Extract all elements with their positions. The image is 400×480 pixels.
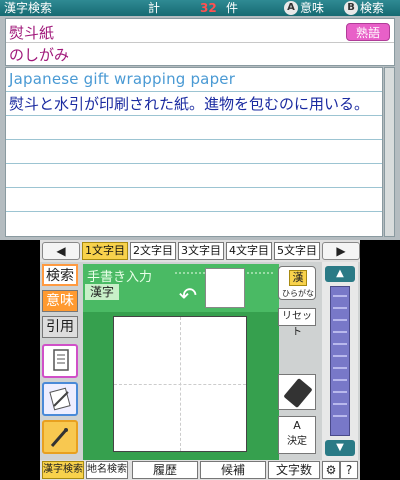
candidate-scroll: ▲ ▼ bbox=[322, 262, 358, 460]
settings-icon[interactable]: ⚙ bbox=[322, 461, 340, 479]
track-stripe bbox=[333, 331, 347, 333]
definition-japanese: 熨斗と水引が印刷された紙。進物を包むのに用いる。 bbox=[9, 95, 370, 113]
jukugo-badge: 熟語 bbox=[346, 23, 390, 41]
track-stripe bbox=[333, 367, 347, 369]
rule-line bbox=[6, 211, 382, 212]
pen-hand-icon bbox=[49, 387, 71, 411]
definition-box: Japanese gift wrapping paper 熨斗と水引が印刷された… bbox=[5, 67, 383, 237]
stylus-icon bbox=[50, 428, 68, 447]
pad-guide-horizontal bbox=[114, 384, 246, 385]
entry-box: 熨斗紙 のしがみ 熟語 bbox=[5, 18, 395, 66]
next-tab-button[interactable]: ▶ bbox=[322, 242, 360, 260]
track-stripe bbox=[333, 379, 347, 381]
undo-icon[interactable]: ↶ bbox=[175, 286, 201, 308]
tab-char-1[interactable]: 1文字目 bbox=[82, 242, 128, 260]
place-search-button[interactable]: 地名検索 bbox=[86, 461, 128, 479]
track-stripe bbox=[333, 355, 347, 357]
char-count-button[interactable]: 文字数 bbox=[268, 461, 320, 479]
track-stripe bbox=[333, 415, 347, 417]
character-tabs: ◀ 1文字目 2文字目 3文字目 4文字目 5文字目 ▶ bbox=[40, 240, 360, 262]
document-icon bbox=[53, 349, 69, 371]
stroke-preview-box bbox=[205, 268, 245, 308]
tab-char-3[interactable]: 3文字目 bbox=[178, 242, 224, 260]
a-button-icon: A bbox=[284, 1, 298, 15]
entry-divider bbox=[6, 42, 394, 43]
document-tool-button[interactable] bbox=[42, 344, 78, 378]
entry-reading: のしがみ bbox=[9, 46, 70, 64]
a-button-icon: A bbox=[293, 419, 301, 432]
tab-char-4[interactable]: 4文字目 bbox=[226, 242, 272, 260]
track-stripe bbox=[333, 343, 347, 345]
reset-button[interactable]: リセット bbox=[278, 308, 316, 338]
scroll-track[interactable] bbox=[330, 286, 350, 436]
tab-char-2[interactable]: 2文字目 bbox=[130, 242, 176, 260]
handwriting-title: 手書き入力 bbox=[87, 270, 153, 285]
track-stripe bbox=[333, 319, 347, 321]
usage-button[interactable]: 引用 bbox=[42, 316, 78, 338]
entry-word: 熨斗紙 bbox=[9, 24, 55, 42]
rule-line bbox=[6, 187, 382, 188]
mode-title: 漢字検索 bbox=[4, 1, 53, 15]
kanji-mode-tag: 漢字 bbox=[85, 284, 119, 300]
prev-tab-button[interactable]: ◀ bbox=[42, 242, 80, 260]
writing-pad[interactable] bbox=[113, 316, 247, 452]
definition-english: Japanese gift wrapping paper bbox=[9, 70, 236, 88]
track-stripe bbox=[333, 295, 347, 297]
history-button[interactable]: 履歴 bbox=[132, 461, 198, 479]
rule-line bbox=[6, 163, 382, 164]
kana-kanji-toggle-button[interactable]: 漢 ひらがな bbox=[278, 266, 316, 300]
candidates-button[interactable]: 候補 bbox=[200, 461, 266, 479]
top-screen: 漢字検索 計 32 件 A 意味 B 検索 熨斗紙 のしがみ 熟語 Japane… bbox=[0, 0, 400, 240]
meaning-hint: 意味 bbox=[300, 1, 325, 15]
handwriting-panel: 手書き入力 漢字 ↶ bbox=[83, 264, 279, 460]
search-hint: 検索 bbox=[360, 1, 385, 15]
count-unit: 件 bbox=[226, 1, 239, 15]
hiragana-label: ひらがな bbox=[282, 289, 314, 298]
decide-label: 決定 bbox=[287, 436, 307, 447]
decide-button[interactable]: A 決定 bbox=[278, 416, 316, 454]
handwriting-tool-button[interactable] bbox=[42, 382, 78, 416]
scroll-down-button[interactable]: ▼ bbox=[325, 440, 355, 456]
definition-scrollbar[interactable] bbox=[384, 67, 395, 237]
meaning-button[interactable]: 意味 bbox=[42, 290, 78, 312]
kanji-search-button[interactable]: 漢字検索 bbox=[42, 461, 84, 479]
eraser-icon bbox=[283, 378, 313, 408]
scroll-up-button[interactable]: ▲ bbox=[325, 266, 355, 282]
tab-char-5[interactable]: 5文字目 bbox=[274, 242, 320, 260]
kanji-chip: 漢 bbox=[289, 270, 307, 286]
help-icon[interactable]: ? bbox=[340, 461, 358, 479]
header-bar: 漢字検索 計 32 件 A 意味 B 検索 bbox=[0, 0, 400, 16]
stylus-tool-button[interactable] bbox=[42, 420, 78, 454]
bottom-screen: ◀ 1文字目 2文字目 3文字目 4文字目 5文字目 ▶ 検索 意味 引用 手書… bbox=[40, 240, 360, 480]
track-stripe bbox=[333, 307, 347, 309]
track-stripe bbox=[333, 391, 347, 393]
rule-line bbox=[6, 139, 382, 140]
eraser-button[interactable] bbox=[278, 374, 316, 410]
track-stripe bbox=[333, 403, 347, 405]
bottom-toolbar: 漢字検索 地名検索 履歴 候補 文字数 ⚙ ? bbox=[40, 460, 360, 480]
count-label: 計 bbox=[148, 1, 161, 15]
search-button[interactable]: 検索 bbox=[42, 264, 78, 286]
b-button-icon: B bbox=[344, 1, 358, 15]
result-count: 32 bbox=[200, 1, 217, 15]
